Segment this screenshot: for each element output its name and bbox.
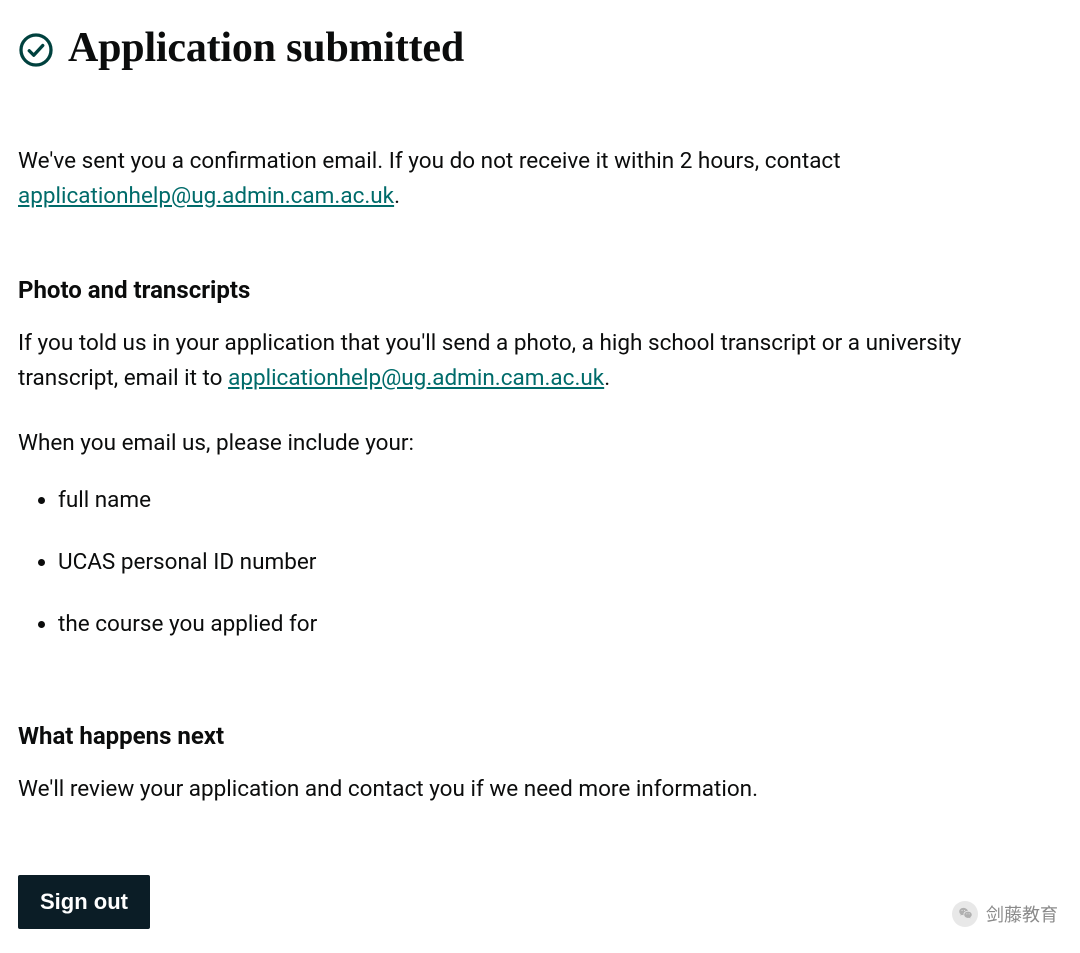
sign-out-button[interactable]: Sign out (18, 875, 150, 929)
list-item: full name (58, 484, 1062, 518)
section1-para1: If you told us in your application that … (18, 326, 1062, 396)
section-heading-photo-transcripts: Photo and transcripts (18, 276, 1062, 304)
period: . (604, 365, 610, 391)
contact-email-link[interactable]: applicationhelp@ug.admin.cam.ac.uk (18, 183, 394, 209)
section1-email-link[interactable]: applicationhelp@ug.admin.cam.ac.uk (228, 365, 604, 391)
watermark-text: 剑藤教育 (986, 901, 1058, 927)
section-heading-what-next: What happens next (18, 722, 1062, 750)
check-circle-icon (18, 32, 54, 68)
intro-text: We've sent you a confirmation email. If … (18, 148, 841, 174)
list-item: the course you applied for (58, 608, 1062, 642)
section1-para2: When you email us, please include your: (18, 426, 1062, 461)
page-title: Application submitted (68, 24, 464, 72)
include-list: full name UCAS personal ID number the co… (18, 484, 1062, 641)
section2-para: We'll review your application and contac… (18, 772, 1062, 807)
watermark: 剑藤教育 (952, 901, 1058, 927)
page-header: Application submitted (18, 24, 1062, 72)
intro-paragraph: We've sent you a confirmation email. If … (18, 144, 1062, 214)
wechat-icon (952, 901, 978, 927)
period: . (394, 183, 400, 209)
list-item: UCAS personal ID number (58, 546, 1062, 580)
